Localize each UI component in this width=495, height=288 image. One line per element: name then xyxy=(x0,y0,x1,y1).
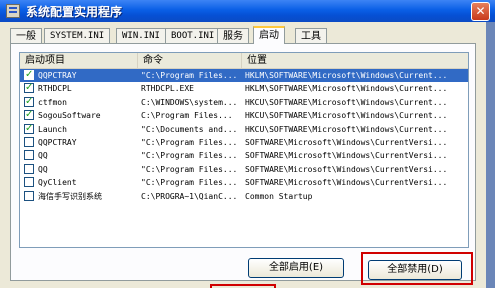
cell-item: 海信手写识别系统 xyxy=(38,191,102,201)
table-row[interactable]: QQ "C:\Program Files... SOFTWARE\Microsoft… xyxy=(20,163,468,176)
close-button[interactable]: ✕ xyxy=(471,2,490,21)
startup-list[interactable]: 启动项目 命令 位置 QQPCTRAY "C:\Program Files... H… xyxy=(19,52,469,248)
table-row[interactable]: QyClient "C:\Program Files... SOFTWARE\Mic… xyxy=(20,176,468,189)
cell-item: QyClient xyxy=(38,178,77,188)
table-row[interactable]: QQ "C:\Program Files... SOFTWARE\Microsoft… xyxy=(20,149,468,162)
cell-command: RTHDCPL.EXE xyxy=(141,84,194,94)
title-bar[interactable]: 系统配置实用程序 ✕ xyxy=(0,0,495,22)
cell-item: QQPCTRAY xyxy=(38,138,77,147)
window-title: 系统配置实用程序 xyxy=(26,5,123,19)
cell-command: "C:\Program Files... xyxy=(141,164,238,174)
column-header-item[interactable]: 启动项目 xyxy=(20,53,138,68)
list-header: 启动项目 命令 位置 xyxy=(20,53,468,69)
table-row[interactable]: ctfmon C:\WINDOWS\system... HKCU\SOFTWARE\… xyxy=(20,96,468,109)
cell-command: C:\Program Files... xyxy=(141,111,233,121)
cell-item: QQ xyxy=(38,151,48,161)
table-row[interactable]: QQPCTRAY "C:\Program Files... SOFTWARE\Mic… xyxy=(20,136,468,149)
row-checkbox[interactable] xyxy=(24,177,34,188)
cell-location: SOFTWARE\Microsoft\Windows\CurrentVersi.… xyxy=(245,151,448,161)
row-checkbox[interactable] xyxy=(24,137,34,147)
cell-location: HKCU\SOFTWARE\Microsoft\Windows\Current.… xyxy=(245,124,448,134)
cell-command: "C:\Documents and... xyxy=(141,124,238,134)
tab-system-ini[interactable]: SYSTEM.INI xyxy=(44,28,111,43)
tab-win-ini[interactable]: WIN.INI xyxy=(116,28,166,43)
tab-boot-ini[interactable]: BOOT.INI xyxy=(165,28,221,43)
cell-location: SOFTWARE\Microsoft\Windows\CurrentVersi.… xyxy=(245,178,448,188)
column-header-location[interactable]: 位置 xyxy=(242,53,468,68)
cell-command: "C:\Program Files... xyxy=(141,178,238,188)
cell-command: "C:\Program Files... xyxy=(141,71,238,80)
table-row[interactable]: 海信手写识别系统 C:\PROGRA~1\QianC... Common Start… xyxy=(20,190,468,203)
table-row[interactable]: SogouSoftware C:\Program Files... HKCU\SOF… xyxy=(20,109,468,122)
desktop-edge xyxy=(486,22,495,288)
table-row[interactable]: QQPCTRAY "C:\Program Files... HKLM\SOFTWAR… xyxy=(20,69,468,82)
cell-location: SOFTWARE\Microsoft\Windows\CurrentVersi.… xyxy=(245,138,448,147)
table-row[interactable]: RTHDCPL RTHDCPL.EXE HKLM\SOFTWARE\Microsof… xyxy=(20,82,468,95)
table-row[interactable]: Launch "C:\Documents and... HKCU\SOFTWARE\… xyxy=(20,123,468,136)
cell-item: SogouSoftware xyxy=(38,111,101,121)
cell-command: C:\WINDOWS\system... xyxy=(141,97,238,107)
cell-command: C:\PROGRA~1\QianC... xyxy=(141,191,238,201)
cell-location: SOFTWARE\Microsoft\Windows\CurrentVersi.… xyxy=(245,164,448,174)
cell-location: Common Startup xyxy=(245,191,313,201)
column-header-command[interactable]: 命令 xyxy=(138,53,242,68)
highlight-box-partial xyxy=(210,284,276,288)
enable-all-button[interactable]: 全部启用(E) xyxy=(248,258,344,278)
row-checkbox[interactable] xyxy=(24,123,34,135)
msconfig-window: 系统配置实用程序 ✕ 一般 SYSTEM.INI WIN.INI BOOT.IN… xyxy=(0,0,495,288)
cell-location: HKLM\SOFTWARE\Microsoft\Windows\Current.… xyxy=(245,71,448,80)
cell-item: ctfmon xyxy=(38,97,67,107)
tab-general[interactable]: 一般 xyxy=(10,28,42,43)
row-checkbox[interactable] xyxy=(24,109,34,121)
row-checkbox[interactable] xyxy=(24,190,34,201)
tab-startup[interactable]: 启动 xyxy=(253,26,285,44)
cell-item: QQ xyxy=(38,164,48,174)
row-checkbox[interactable] xyxy=(24,163,34,174)
row-checkbox[interactable] xyxy=(24,82,34,94)
tab-tools[interactable]: 工具 xyxy=(295,28,327,43)
highlight-box xyxy=(361,252,473,285)
cell-item: QQPCTRAY xyxy=(38,71,77,80)
row-checkbox[interactable] xyxy=(24,96,34,108)
cell-item: RTHDCPL xyxy=(38,84,72,94)
cell-location: HKCU\SOFTWARE\Microsoft\Windows\Current.… xyxy=(245,111,448,121)
app-icon xyxy=(6,4,20,18)
cell-command: "C:\Program Files... xyxy=(141,151,238,161)
row-checkbox[interactable] xyxy=(24,69,34,81)
cell-location: HKCU\SOFTWARE\Microsoft\Windows\Current.… xyxy=(245,97,448,107)
row-checkbox[interactable] xyxy=(24,150,34,161)
cell-item: Launch xyxy=(38,124,67,134)
cell-location: HKLM\SOFTWARE\Microsoft\Windows\Current.… xyxy=(245,84,448,94)
cell-command: "C:\Program Files... xyxy=(141,138,238,147)
tab-services[interactable]: 服务 xyxy=(217,28,249,43)
